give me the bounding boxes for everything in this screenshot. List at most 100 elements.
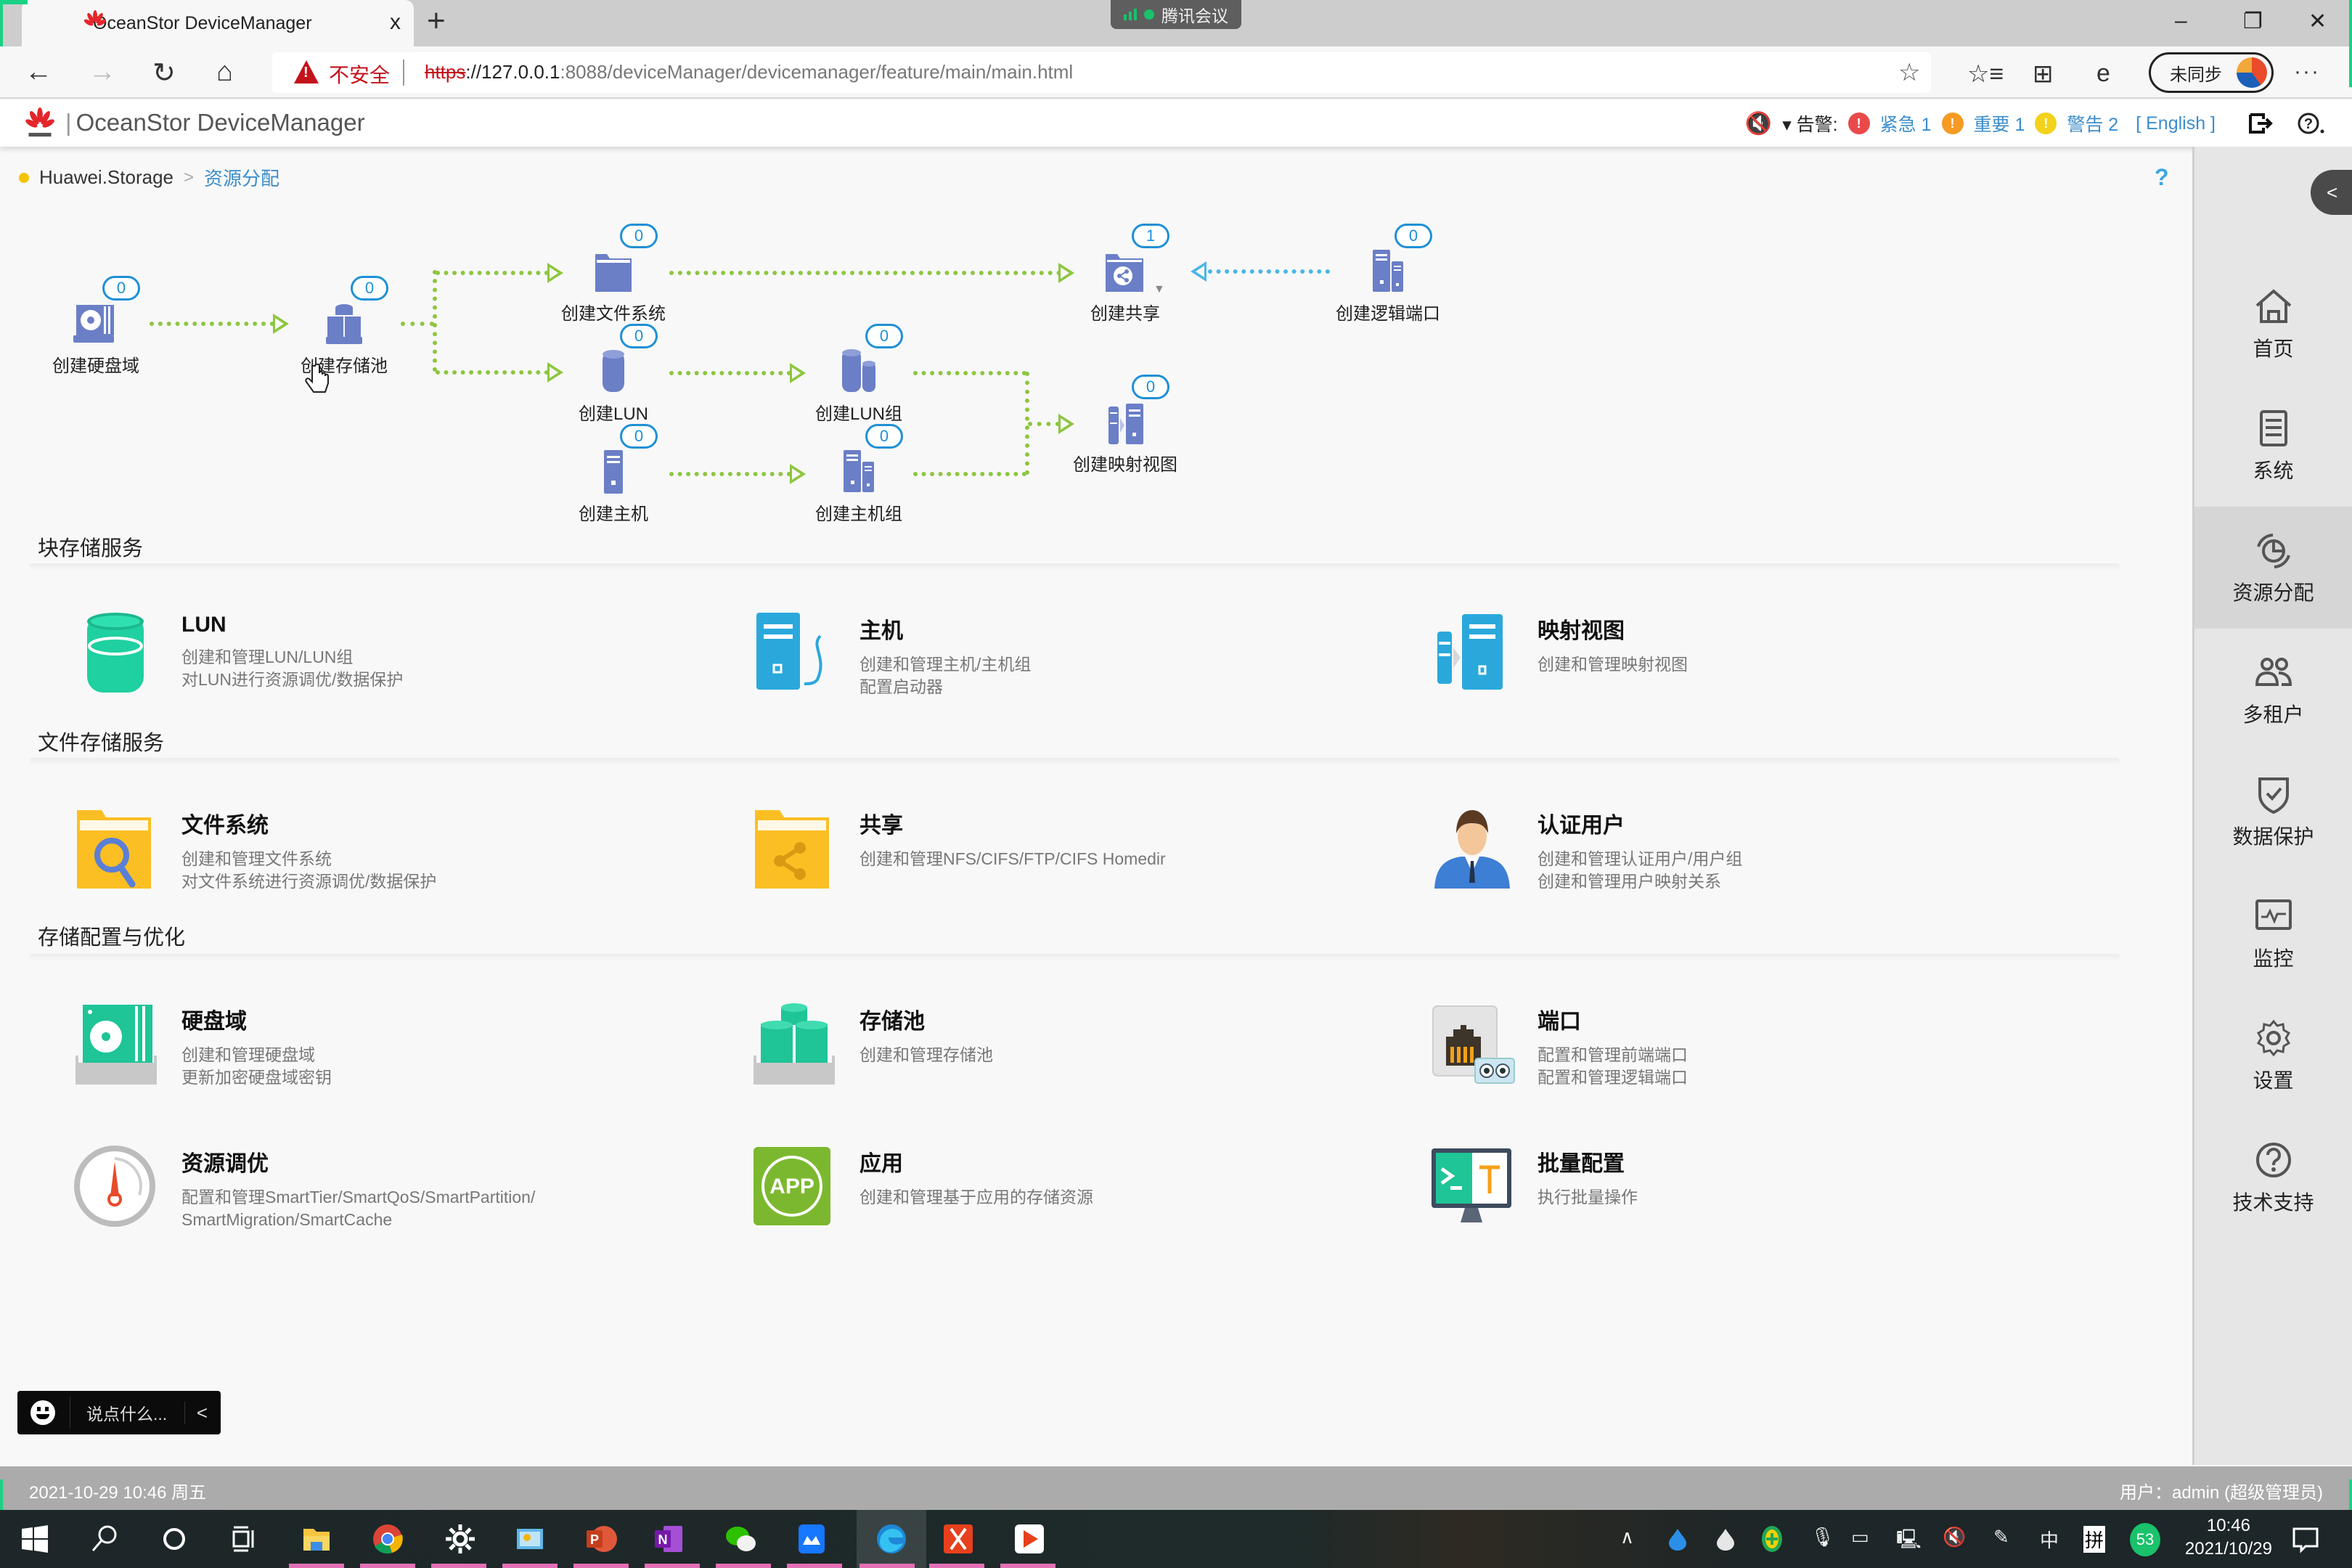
new-tab-button[interactable]: + (427, 3, 446, 39)
battery-icon[interactable]: ▭ (1851, 1526, 1869, 1548)
card-auth-user[interactable]: 认证用户 创建和管理认证用户/用户组 创建和管理用户映射关系 (1429, 804, 2082, 906)
notification-count-badge[interactable]: 53 (2130, 1523, 2160, 1556)
chevron-left-icon[interactable]: < (184, 1401, 208, 1424)
windows-start-icon[interactable] (17, 1522, 52, 1556)
tray-expand-icon[interactable]: ∧ (1620, 1526, 1634, 1548)
card-file-system[interactable]: 文件系统 创建和管理文件系统 对文件系统进行资源调优/数据保护 (73, 804, 726, 906)
card-share[interactable]: 共享 创建和管理NFS/CIFS/FTP/CIFS Homedir (751, 804, 1404, 906)
card-title[interactable]: LUN (181, 613, 403, 637)
workflow-node-lun-group[interactable]: 0 创建LUN组 (793, 324, 924, 425)
chrome-icon[interactable] (370, 1522, 405, 1556)
card-application[interactable]: APP 应用 创建和管理基于应用的存储资源 (751, 1143, 1404, 1244)
ime-language[interactable]: 中 (2040, 1526, 2059, 1553)
xmind-icon[interactable] (941, 1522, 976, 1556)
nav-item-data-protection[interactable]: 数据保护 (2194, 751, 2352, 873)
search-icon[interactable] (87, 1522, 122, 1556)
file-explorer-icon[interactable] (299, 1522, 334, 1556)
nav-item-resource-allocation[interactable]: 资源分配 (2194, 507, 2352, 629)
card-title[interactable]: 文件系统 (181, 807, 436, 839)
home-button[interactable]: ⌂ (216, 57, 233, 88)
breadcrumb-root[interactable]: Huawei.Storage (39, 166, 173, 189)
ie-mode-icon[interactable]: e (2096, 60, 2110, 88)
url-text[interactable]: https://127.0.0.1:8088/deviceManager/dev… (425, 61, 1073, 83)
reload-button[interactable]: ↻ (152, 57, 176, 89)
control-panel-icon[interactable] (513, 1522, 547, 1556)
favorite-add-icon[interactable]: ☆ (1898, 58, 1920, 87)
card-title[interactable]: 共享 (859, 807, 1166, 839)
volume-muted-icon[interactable]: 🔇 (1943, 1526, 1966, 1548)
nav-item-monitor[interactable]: 监控 (2194, 873, 2352, 995)
tencent-meeting-indicator[interactable]: 腾讯会议 (1111, 0, 1241, 29)
onedrive-icon[interactable] (1665, 1526, 1690, 1552)
nav-item-support[interactable]: 技术支持 (2194, 1116, 2352, 1238)
card-mapping-view[interactable]: 映射视图 创建和管理映射视图 (1429, 610, 2082, 711)
forward-button[interactable]: → (89, 57, 116, 88)
critical-alarm-link[interactable]: 紧急 1 (1880, 110, 1932, 136)
workflow-node-lun[interactable]: 0 创建LUN (548, 324, 679, 425)
card-title[interactable]: 硬盘域 (181, 1003, 332, 1035)
major-alarm-link[interactable]: 重要 1 (1974, 110, 2025, 136)
card-title[interactable]: 端口 (1538, 1003, 1688, 1035)
card-port[interactable]: 端口 配置和管理前端端口 配置和管理逻辑端口 (1429, 1000, 2082, 1102)
back-button[interactable]: ← (25, 57, 52, 88)
nav-item-settings[interactable]: 设置 (2194, 995, 2352, 1116)
chat-input[interactable]: 说点什么... (86, 1400, 167, 1425)
card-resource-tuning[interactable]: 资源调优 配置和管理SmartTier/SmartQoS/SmartPartit… (73, 1143, 726, 1244)
workflow-node-disk-domain[interactable]: 0 创建硬盘域 (30, 276, 161, 377)
wechat-icon[interactable] (723, 1522, 758, 1556)
card-title[interactable]: 主机 (859, 613, 1031, 645)
restore-button[interactable]: ❐ (2243, 9, 2263, 34)
card-lun[interactable]: LUN 创建和管理LUN/LUN组 对LUN进行资源调优/数据保护 (73, 610, 726, 711)
cortana-icon[interactable] (157, 1522, 192, 1556)
workflow-node-host-group[interactable]: 0 创建主机组 (793, 424, 924, 525)
powerpoint-icon[interactable]: P (584, 1522, 618, 1556)
security-indicator[interactable]: 不安全 (329, 60, 390, 89)
collapse-nav-button[interactable]: < (2311, 170, 2352, 215)
dropdown-caret-icon[interactable]: ▼ (1153, 283, 1165, 296)
workflow-node-host[interactable]: 0 创建主机 (548, 424, 679, 525)
card-batch-config[interactable]: 批量配置 执行批量操作 (1429, 1143, 2082, 1244)
alarm-label[interactable]: ▾ 告警: (1782, 110, 1837, 136)
nav-item-system[interactable]: 系统 (2194, 385, 2352, 507)
lanxin-icon[interactable] (794, 1522, 829, 1556)
cloud-icon[interactable] (1713, 1526, 1738, 1552)
network-icon[interactable]: 🖳 (1896, 1526, 1922, 1558)
task-view-icon[interactable] (226, 1522, 261, 1556)
ime-mode[interactable]: 拼 (2083, 1526, 2106, 1553)
card-disk-domain[interactable]: 硬盘域 创建和管理硬盘域 更新加密硬盘域密钥 (73, 1000, 726, 1102)
nav-item-home[interactable]: 首页 (2194, 263, 2352, 385)
workflow-node-mapping-view[interactable]: 0 创建映射视图 (1060, 375, 1191, 475)
help-menu-icon[interactable]: ? (2297, 111, 2326, 136)
workflow-node-storage-pool[interactable]: 0 创建存储池 (279, 276, 409, 377)
media-player-icon[interactable] (1012, 1522, 1047, 1556)
card-title[interactable]: 资源调优 (181, 1146, 535, 1177)
action-center-icon[interactable] (2291, 1526, 2320, 1553)
more-menu-button[interactable]: ··· (2294, 60, 2320, 84)
card-title[interactable]: 映射视图 (1538, 613, 1688, 645)
logout-icon[interactable] (2247, 112, 2274, 135)
nav-item-multi-tenant[interactable]: 多租户 (2194, 629, 2352, 751)
page-help-button[interactable]: ? (2155, 164, 2169, 191)
microphone-icon[interactable]: 🎙 (1810, 1526, 1834, 1548)
mute-alarm-icon[interactable]: 🔇 (1745, 111, 1772, 136)
workflow-node-file-system[interactable]: 0 创建文件系统 (548, 224, 679, 324)
card-host[interactable]: 主机 创建和管理主机/主机组 配置启动器 (751, 610, 1404, 711)
url-field[interactable]: 不安全 https://127.0.0.1:8088/deviceManager… (272, 52, 1931, 93)
card-title[interactable]: 存储池 (859, 1003, 993, 1035)
chat-widget[interactable]: 说点什么... < (17, 1391, 221, 1434)
card-title[interactable]: 认证用户 (1538, 807, 1742, 839)
workflow-node-share[interactable]: 1 ▼ 创建共享 (1060, 224, 1191, 324)
workflow-node-logical-port[interactable]: 0 创建逻辑端口 (1323, 224, 1453, 324)
close-window-button[interactable]: ✕ (2308, 9, 2327, 34)
card-title[interactable]: 批量配置 (1538, 1146, 1638, 1177)
settings-gear-icon[interactable] (443, 1522, 478, 1556)
profile-sync-button[interactable]: 未同步 (2149, 52, 2274, 93)
edge-icon[interactable] (874, 1522, 909, 1556)
collections-icon[interactable]: ⊞ (2033, 60, 2054, 89)
pen-icon[interactable]: ✎ (1993, 1526, 2009, 1548)
minimize-button[interactable]: – (2175, 9, 2187, 33)
browser-tab[interactable]: OceanStor DeviceManager x (22, 0, 414, 46)
language-switch-link[interactable]: [ English ] (2136, 113, 2216, 134)
security-app-icon[interactable] (1760, 1524, 1784, 1553)
favorites-icon[interactable]: ☆≡ (1967, 60, 2004, 89)
